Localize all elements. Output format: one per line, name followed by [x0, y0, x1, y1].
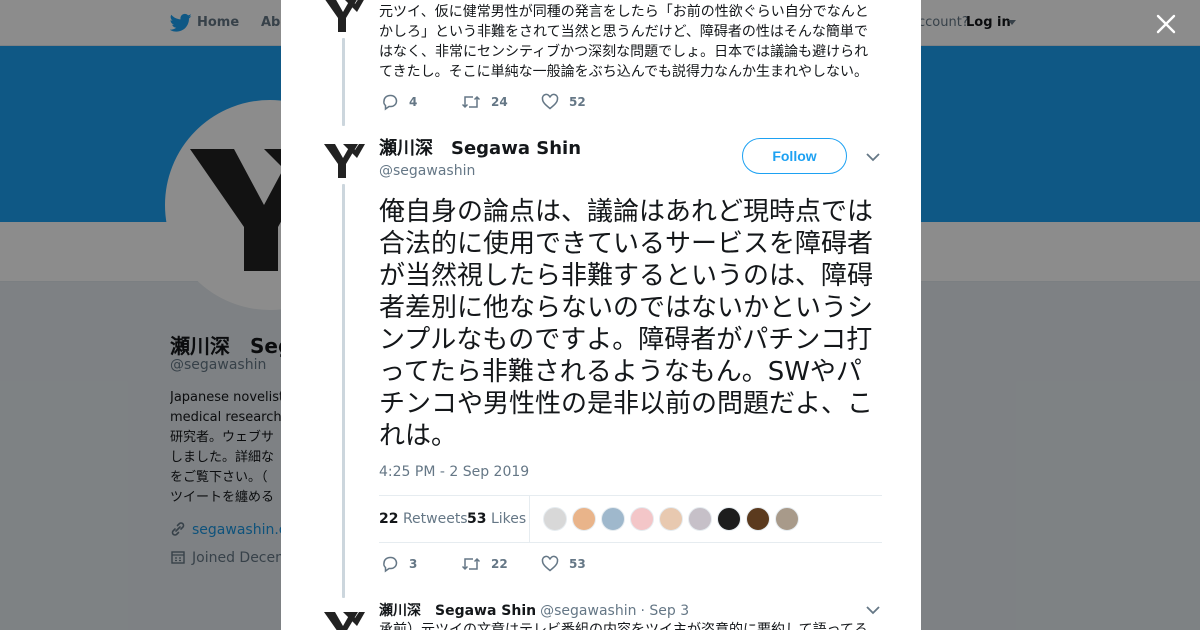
next-tweet-author-name[interactable]: 瀬川深 Segawa Shin [379, 603, 536, 619]
retweet-button[interactable]: 22 [461, 555, 541, 573]
tweet-author[interactable]: 瀬川深 Segawa Shin @segawashin [379, 134, 581, 179]
tweet-actions: 3 22 53 [381, 554, 621, 574]
thread-connector [342, 184, 345, 598]
next-tweet-text: 承前）元ツイの文章はテレビ番組の内容をツイ主が恣意的に要約して語ってる [379, 622, 868, 630]
author-handle[interactable]: @segawashin [379, 163, 581, 179]
like-count: 52 [569, 95, 586, 109]
chevron-down-icon[interactable] [865, 603, 881, 617]
reply-icon [383, 556, 398, 573]
liker-avatar[interactable] [775, 507, 799, 531]
liker-avatar[interactable] [543, 507, 567, 531]
liker-avatar[interactable] [601, 507, 625, 531]
likes-stat-label: Likes [490, 511, 527, 527]
liker-avatar[interactable] [717, 507, 741, 531]
author-avatar[interactable] [322, 0, 366, 34]
reply-icon [383, 94, 398, 111]
next-tweet-author-handle[interactable]: @segawashin [540, 603, 636, 619]
author-avatar[interactable] [322, 136, 366, 180]
reply-button[interactable]: 3 [381, 555, 461, 573]
tweet-stats: 22 Retweets 53 Likes [379, 495, 882, 543]
reply-count: 4 [409, 95, 418, 109]
liker-avatar[interactable] [688, 507, 712, 531]
heart-icon [541, 555, 559, 572]
liker-avatar[interactable] [746, 507, 770, 531]
chevron-down-icon[interactable] [865, 150, 881, 164]
stats-divider [529, 496, 530, 542]
liker-avatars [543, 507, 804, 531]
author-name[interactable]: 瀬川深 Segawa Shin [379, 134, 581, 160]
thread-connector [342, 38, 345, 126]
retweets-stat-count: 22 [379, 511, 399, 527]
previous-tweet-actions: 4 24 52 [381, 92, 621, 112]
retweet-count: 24 [491, 95, 508, 109]
reply-button[interactable]: 4 [381, 93, 461, 111]
close-icon[interactable] [1152, 10, 1180, 38]
tweet-timestamp[interactable]: 4:25 PM - 2 Sep 2019 [379, 464, 529, 480]
heart-icon [541, 93, 559, 110]
likes-stat-count: 53 [467, 511, 487, 527]
liker-avatar[interactable] [659, 507, 683, 531]
previous-tweet-text: 元ツイ、仮に健常男性が同種の発言をしたら「お前の性欲ぐらい自分でなんとかしろ」と… [379, 4, 869, 80]
like-button[interactable]: 53 [541, 555, 621, 573]
next-tweet-date[interactable]: · Sep 3 [640, 603, 689, 619]
retweets-stat-label: Retweets [402, 511, 468, 527]
retweets-stat[interactable]: 22 Retweets [379, 511, 468, 527]
reply-count: 3 [409, 557, 418, 571]
follow-button[interactable]: Follow [742, 138, 847, 174]
like-button[interactable]: 52 [541, 93, 621, 111]
liker-avatar[interactable] [630, 507, 654, 531]
like-count: 53 [569, 557, 586, 571]
retweet-count: 22 [491, 557, 508, 571]
tweet-modal: 元ツイ、仮に健常男性が同種の発言をしたら「お前の性欲ぐらい自分でなんとかしろ」と… [281, 0, 921, 630]
retweet-button[interactable]: 24 [461, 93, 541, 111]
author-avatar[interactable] [322, 604, 366, 630]
liker-avatar[interactable] [572, 507, 596, 531]
likes-stat[interactable]: 53 Likes [467, 511, 526, 527]
retweet-icon [461, 557, 481, 571]
tweet-text: 俺自身の論点は、議論はあれど現時点では合法的に使用できているサービスを障碍者が当… [379, 197, 874, 451]
retweet-icon [461, 95, 481, 109]
next-tweet-header: 瀬川深 Segawa Shin @segawashin · Sep 3 [379, 600, 689, 620]
